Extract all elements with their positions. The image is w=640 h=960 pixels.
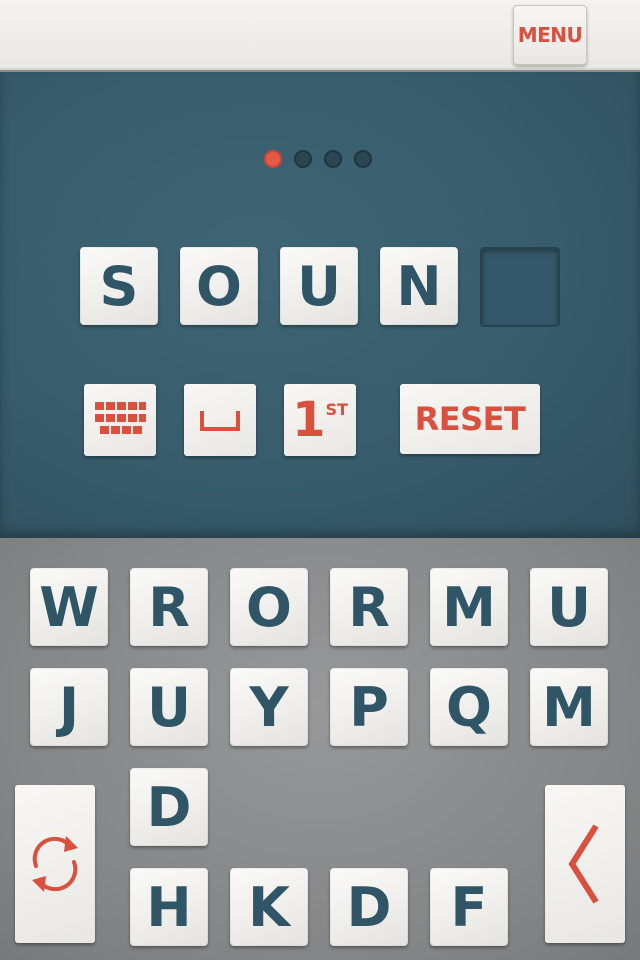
answer-slot-1[interactable]: S [80,247,158,325]
backspace-button[interactable] [545,785,625,943]
first-letter-button[interactable]: 1 ST [284,384,356,456]
letter-key[interactable]: O [230,568,308,646]
progress-dot-4 [354,150,372,168]
top-bar: MENU [0,0,640,70]
letter-key[interactable]: W [30,568,108,646]
answer-slot-4[interactable]: N [380,247,458,325]
progress-dot-2 [294,150,312,168]
first-letter-number: 1 [292,392,326,448]
letter-key[interactable]: R [130,568,208,646]
letter-key[interactable]: H [130,868,208,946]
letter-key[interactable]: P [330,668,408,746]
grid-icon [95,402,146,434]
shuffle-arrows-icon [32,836,78,892]
answer-slot-3[interactable]: U [280,247,358,325]
reset-button[interactable]: RESET [400,384,540,454]
letter-key[interactable]: M [430,568,508,646]
letter-key[interactable]: J [30,668,108,746]
menu-button[interactable]: MENU [513,5,587,65]
letter-key[interactable]: Q [430,668,508,746]
progress-dots [264,150,384,170]
letter-key[interactable]: U [530,568,608,646]
answer-slot-2[interactable]: O [180,247,258,325]
first-letter-suffix: ST [325,400,348,419]
answer-slot-5-empty[interactable] [480,247,560,327]
space-bracket-icon [200,411,240,431]
shuffle-button[interactable] [15,785,95,943]
progress-dot-1 [264,150,282,168]
letter-key[interactable]: K [230,868,308,946]
keypad-button[interactable] [84,384,156,456]
letter-key[interactable]: R [330,568,408,646]
letter-key[interactable]: D [130,768,208,846]
chevron-left-icon [568,824,599,904]
letter-key[interactable]: U [130,668,208,746]
progress-dot-3 [324,150,342,168]
letter-key[interactable]: Y [230,668,308,746]
letter-key[interactable]: D [330,868,408,946]
letter-key[interactable]: M [530,668,608,746]
space-button[interactable] [184,384,256,456]
letter-key[interactable]: F [430,868,508,946]
